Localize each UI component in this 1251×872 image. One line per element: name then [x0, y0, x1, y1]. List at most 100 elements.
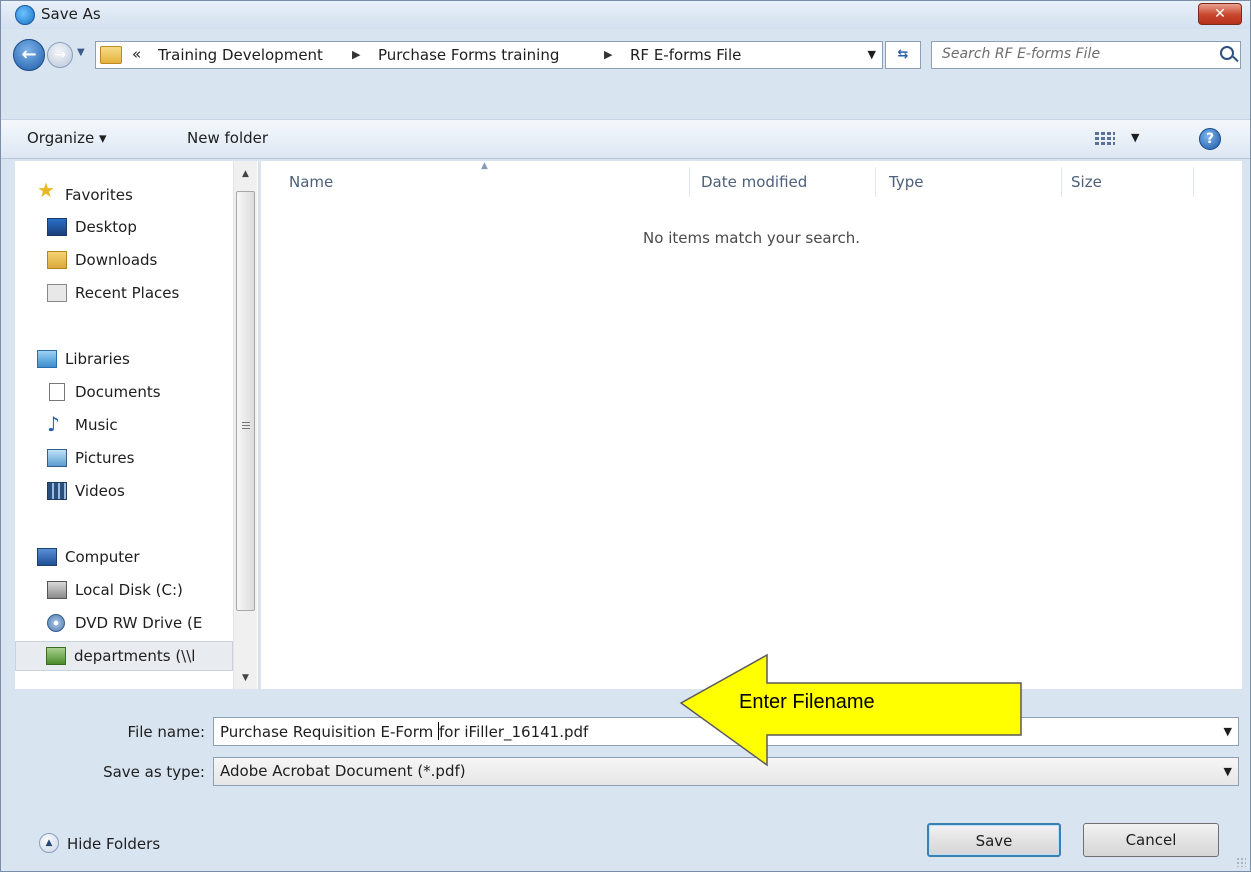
new-folder-button[interactable]: New folder — [187, 129, 268, 147]
organize-menu[interactable]: Organize ▾ — [27, 129, 107, 147]
close-icon: ✕ — [1214, 6, 1226, 22]
column-divider[interactable] — [1061, 167, 1062, 197]
window-title: Save As — [41, 5, 101, 23]
desktop-icon — [47, 218, 67, 236]
hide-folders-button[interactable]: Hide Folders — [67, 835, 160, 853]
nav-dvd-drive[interactable]: DVD RW Drive (E — [15, 609, 233, 639]
nav-pictures[interactable]: Pictures — [15, 444, 233, 474]
views-dropdown[interactable]: ▼ — [1131, 131, 1139, 144]
file-list[interactable]: ▲ Name Date modified Type Size No items … — [261, 161, 1242, 689]
scroll-up-arrow-icon[interactable]: ▲ — [242, 169, 249, 179]
nav-departments[interactable]: departments (\\l — [15, 641, 233, 671]
scroll-thumb[interactable] — [236, 191, 255, 611]
nav-computer-label: Computer — [65, 548, 140, 566]
breadcrumb-separator-icon[interactable]: ▶ — [352, 48, 360, 61]
nav-libraries-label: Libraries — [65, 350, 130, 368]
search-icon[interactable] — [1220, 46, 1234, 60]
documents-icon — [49, 383, 65, 401]
back-button[interactable]: ← — [13, 39, 45, 71]
nav-desktop-label: Desktop — [75, 218, 137, 236]
resize-grip-icon[interactable] — [1236, 857, 1246, 867]
recent-places-icon — [47, 284, 67, 302]
search-input[interactable]: Search RF E-forms File — [931, 41, 1241, 69]
close-button[interactable]: ✕ — [1198, 3, 1242, 25]
dvd-drive-icon — [47, 614, 65, 632]
nav-recent-places-label: Recent Places — [75, 284, 180, 302]
hide-folders-icon[interactable]: ▲ — [39, 833, 59, 853]
folder-icon — [100, 46, 122, 64]
nav-downloads-label: Downloads — [75, 251, 158, 269]
ie-icon — [15, 5, 35, 25]
command-bar: Organize ▾ New folder ▼ ? — [1, 119, 1250, 159]
refresh-button[interactable]: ⇆ — [885, 41, 921, 69]
nav-computer[interactable]: Computer — [15, 543, 233, 573]
nav-recent-places[interactable]: Recent Places — [15, 279, 233, 309]
breadcrumb-overflow[interactable]: « — [132, 45, 141, 63]
column-date-modified[interactable]: Date modified — [701, 173, 807, 191]
computer-icon — [37, 548, 57, 566]
nav-documents[interactable]: Documents — [15, 378, 233, 408]
empty-list-message: No items match your search. — [643, 229, 860, 247]
column-name[interactable]: Name — [289, 173, 333, 191]
file-name-dropdown-icon[interactable]: ▼ — [1224, 725, 1232, 738]
address-dropdown-icon[interactable]: ▼ — [868, 48, 876, 61]
forward-arrow-icon: → — [54, 47, 66, 63]
file-name-text-a: Purchase Requisition E-Form — [220, 723, 438, 741]
save-as-type-dropdown-icon[interactable]: ▼ — [1224, 765, 1232, 778]
views-icon[interactable] — [1095, 130, 1115, 148]
breadcrumb-training-development[interactable]: Training Development — [158, 46, 323, 64]
search-placeholder: Search RF E-forms File — [942, 46, 1101, 62]
file-name-text-b: for iFiller_16141.pdf — [438, 723, 589, 741]
libraries-icon — [37, 350, 57, 368]
nav-videos-label: Videos — [75, 482, 125, 500]
nav-videos[interactable]: Videos — [15, 477, 233, 507]
grip-icon — [242, 422, 250, 430]
local-disk-icon — [47, 581, 67, 599]
cancel-button[interactable]: Cancel — [1083, 823, 1219, 857]
column-divider[interactable] — [875, 167, 876, 197]
nav-departments-label: departments (\\l — [74, 647, 196, 665]
nav-dvd-drive-label: DVD RW Drive (E — [75, 614, 203, 632]
network-drive-icon — [46, 647, 66, 665]
music-icon: ♪ — [47, 412, 60, 436]
column-type[interactable]: Type — [889, 173, 923, 191]
back-arrow-icon: ← — [21, 44, 37, 65]
videos-icon — [47, 482, 67, 500]
file-name-label: File name: — [127, 723, 205, 741]
star-icon: ★ — [37, 178, 55, 202]
title-bar: Save As ✕ — [1, 1, 1250, 29]
scroll-down-arrow-icon[interactable]: ▼ — [242, 673, 249, 683]
address-row: ← → ▼ « Training Development ▶ Purchase … — [1, 37, 1250, 71]
refresh-icon: ⇆ — [897, 47, 909, 62]
breadcrumb-purchase-forms-training[interactable]: Purchase Forms training — [378, 46, 559, 64]
nav-music[interactable]: ♪ Music — [15, 411, 233, 441]
recent-pages-dropdown[interactable]: ▼ — [77, 47, 85, 58]
address-bar[interactable]: « Training Development ▶ Purchase Forms … — [95, 41, 883, 69]
column-divider[interactable] — [689, 167, 690, 197]
nav-local-disk-label: Local Disk (C:) — [75, 581, 183, 599]
save-as-type-label: Save as type: — [103, 763, 205, 781]
save-button[interactable]: Save — [927, 823, 1061, 857]
nav-libraries[interactable]: Libraries — [15, 345, 233, 375]
nav-documents-label: Documents — [75, 383, 161, 401]
nav-downloads[interactable]: Downloads — [15, 246, 233, 276]
navigation-pane: ★ Favorites Desktop Downloads Recent Pla… — [15, 161, 259, 689]
breadcrumb-separator-icon[interactable]: ▶ — [604, 48, 612, 61]
callout-text: Enter Filename — [739, 691, 875, 713]
sort-ascending-icon: ▲ — [481, 161, 488, 171]
nav-desktop[interactable]: Desktop — [15, 213, 233, 243]
nav-favorites[interactable]: ★ Favorites — [15, 177, 233, 207]
pictures-icon — [47, 449, 67, 467]
nav-pictures-label: Pictures — [75, 449, 135, 467]
nav-local-disk[interactable]: Local Disk (C:) — [15, 576, 233, 606]
downloads-icon — [47, 251, 67, 269]
forward-button[interactable]: → — [47, 42, 73, 68]
breadcrumb-rf-e-forms-file[interactable]: RF E-forms File — [630, 46, 741, 64]
nav-favorites-label: Favorites — [65, 186, 133, 204]
column-size[interactable]: Size — [1071, 173, 1102, 191]
help-icon[interactable]: ? — [1199, 128, 1221, 150]
nav-music-label: Music — [75, 416, 118, 434]
save-as-type-value: Adobe Acrobat Document (*.pdf) — [220, 762, 466, 780]
nav-scrollbar[interactable]: ▲ ▼ — [233, 161, 257, 689]
column-divider[interactable] — [1193, 167, 1194, 197]
